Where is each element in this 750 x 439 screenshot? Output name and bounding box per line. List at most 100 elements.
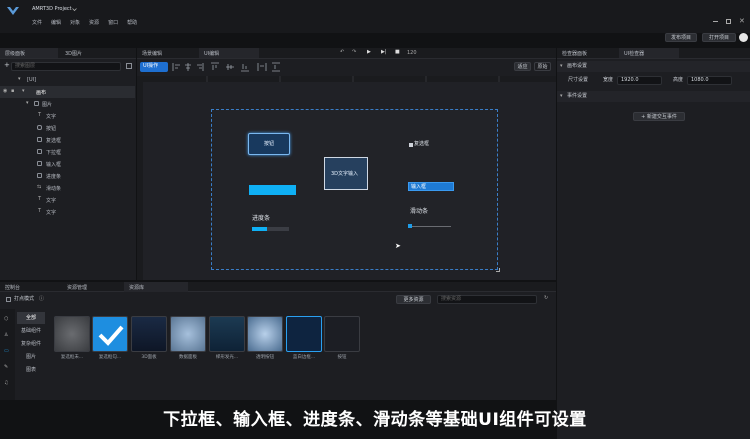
category-chart[interactable]: 图表 [17,364,45,376]
event-settings-header[interactable]: ▾ 事件设置 [557,91,750,102]
design-viewport[interactable]: 按钮 3D文字输入 进度条 复选框 输入框 滑动条 ➤ [143,82,556,280]
tab-hierarchy[interactable]: 层级面板 [0,48,58,58]
chevron-down-icon[interactable] [72,7,77,12]
play-icon[interactable]: ▶ [367,50,371,55]
tree-item-text-2[interactable]: T 文字 [0,194,135,206]
ui-icon[interactable]: ▭ [4,349,9,354]
publish-label: 发布项目 [670,35,691,41]
canvas-checkbox[interactable] [409,143,413,147]
tree-item-button[interactable]: 按钮 [0,122,135,134]
canvas-slider-track[interactable] [409,226,451,227]
step-icon[interactable]: ▶| [381,50,387,55]
asset-thumbnail[interactable] [286,316,322,352]
asset-thumbnail[interactable] [209,316,245,352]
menu-item-object[interactable]: 对象 [70,20,80,26]
hierarchy-search-input[interactable]: 搜索图层 [11,62,121,71]
tree-item-canvas[interactable]: ◉ ▪ ▾ 画布 [0,86,135,98]
asset-tabbar: 控制台 资源管理 资源库 [0,282,556,292]
tree-item-progress[interactable]: 进度条 [0,170,135,182]
ui-canvas-frame[interactable]: 按钮 3D文字输入 进度条 复选框 输入框 滑动条 [211,109,500,272]
project-name[interactable]: AMRT3D Project [32,7,72,12]
add-event-button[interactable]: + 新建交互事件 [633,112,685,121]
tab-inspector[interactable]: 检查器面板 [557,48,617,58]
original-view-button[interactable]: 原始 [534,62,551,71]
asset-label: 数据面板 [179,355,197,360]
canvas-input-field[interactable]: 输入框 [408,182,454,191]
category-complex[interactable]: 复杂组件 [17,338,45,350]
person-icon[interactable]: ♙ [4,333,8,338]
tab-scene-edit[interactable]: 场景编辑 [137,48,197,58]
canvas-button[interactable]: 按钮 [248,133,290,155]
category-all[interactable]: 全部 [17,312,45,324]
tab-console[interactable]: 控制台 [0,282,60,292]
tree-item-ui-root[interactable]: ▾ [UI] [0,74,135,86]
asset-thumbnail[interactable] [54,316,90,352]
visibility-icon[interactable]: ◉ [3,89,7,94]
tree-item-dropdown[interactable]: 下拉框 [0,146,135,158]
menu-item-resource[interactable]: 资源 [89,20,99,26]
stop-icon[interactable]: ■ [395,50,400,55]
tab-3d-image[interactable]: 3D图片 [60,48,130,58]
undo-icon[interactable]: ↶ [340,50,344,55]
ui-operation-dropdown[interactable]: UI操作 [140,62,168,72]
menu-item-help[interactable]: 帮助 [127,20,137,26]
resize-handle-icon[interactable] [496,268,500,272]
tree-item-text-3[interactable]: T 文字 [0,206,135,218]
close-icon[interactable]: ✕ [739,18,745,25]
publish-button[interactable]: 发布项目 [665,33,697,42]
menu-item-window[interactable]: 窗口 [108,20,118,26]
menu-item-edit[interactable]: 编辑 [51,20,61,26]
expand-icon[interactable]: ▾ [22,89,25,94]
tab-scene-edit-label: 场景编辑 [142,51,163,57]
tree-item-checkbox[interactable]: 复选框 [0,134,135,146]
redo-icon[interactable]: ↷ [352,50,356,55]
help-icon[interactable]: ⓘ [39,297,44,302]
brush-icon[interactable]: ✎ [4,365,8,370]
tab-ui-edit[interactable]: UI编辑 [199,48,259,58]
dropdown-icon [37,149,42,154]
asset-thumbnail[interactable] [92,316,128,352]
canvas-slider-handle[interactable] [408,224,412,228]
tab-ui-inspector[interactable]: UI检查器 [619,48,679,58]
asset-search-input[interactable]: 搜索资源 [437,295,537,304]
maximize-icon[interactable] [726,19,731,24]
expand-icon[interactable]: ▾ [18,77,21,82]
mouse-cursor-icon: ➤ [395,242,401,250]
collapse-icon[interactable] [126,63,132,69]
refresh-icon[interactable]: ↻ [544,296,548,301]
height-input[interactable]: 1080.0 [687,76,732,85]
fit-view-button[interactable]: 适应 [514,62,531,71]
category-image[interactable]: 图片 [17,351,45,363]
tree-item-input[interactable]: 输入框 [0,158,135,170]
avatar[interactable] [739,33,748,42]
lock-icon[interactable]: ▪ [11,89,14,94]
category-label: 基础组件 [20,328,41,334]
category-basic[interactable]: 基础组件 [17,325,45,337]
ui-operation-label: UI操作 [143,63,159,69]
mode-checkbox[interactable] [6,297,11,302]
open-project-button[interactable]: 打开项目 [702,33,736,42]
asset-thumbnail[interactable] [324,316,360,352]
width-input[interactable]: 1920.0 [617,76,662,85]
tree-item-slider[interactable]: ⇆ 滑动条 [0,182,135,194]
canvas-settings-header[interactable]: ▾ 画布设置 [557,61,750,72]
canvas-progress-bar[interactable] [252,227,289,231]
canvas-image-bar[interactable] [249,185,296,195]
menu-item-file[interactable]: 文件 [32,20,42,26]
expand-icon[interactable]: ▾ [26,101,29,106]
add-layer-icon[interactable]: + [4,62,10,69]
tab-resource-manager[interactable]: 资源管理 [62,282,122,292]
tree-item-label: 按钮 [46,126,57,132]
more-resources-button[interactable]: 更多资源 [396,295,431,304]
minimize-icon[interactable] [713,21,718,26]
height-label: 高度 [673,77,684,83]
tree-item-image[interactable]: ▾ 图片 [0,98,135,110]
music-icon[interactable]: ♫ [4,381,8,386]
tree-item-text[interactable]: T 文字 [0,110,135,122]
asset-thumbnail[interactable] [131,316,167,352]
canvas-3d-text-input[interactable]: 3D文字输入 [324,157,368,190]
asset-thumbnail[interactable] [247,316,283,352]
asset-thumbnail[interactable] [170,316,206,352]
tab-resource-library[interactable]: 资源库 [124,282,188,292]
model-icon[interactable]: ⬡ [4,317,8,322]
